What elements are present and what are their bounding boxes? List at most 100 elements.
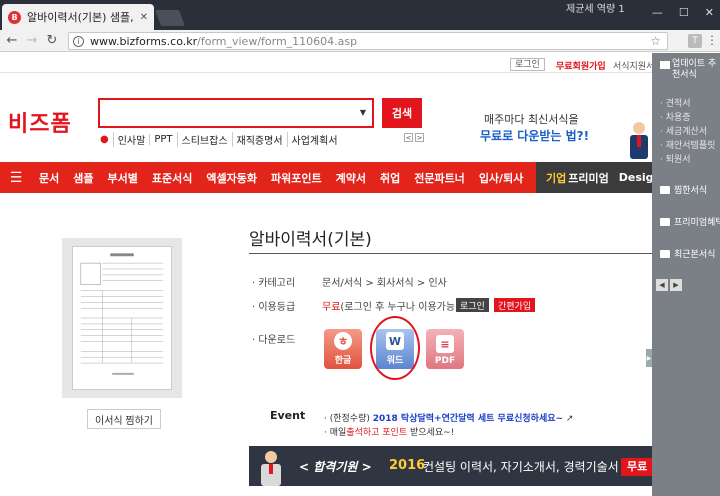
external-link-icon: ↗ [565,414,574,424]
login-button[interactable]: 로그인 [510,58,545,71]
simple-join-button[interactable]: 간편가입 [494,298,536,312]
nav-item[interactable]: 부서별 [101,170,145,186]
form-preview[interactable] [62,238,182,398]
side-section-premium[interactable]: 프리미엄혜택 [660,215,720,228]
site-logo[interactable]: 비즈폼 [8,106,72,138]
search-button[interactable]: 검색 [382,98,422,128]
extension-icon[interactable]: T [688,34,702,48]
briefcase-icon [660,217,670,226]
free-join-link[interactable]: 무료회원가입 [556,59,606,72]
nav-item[interactable]: 취업 [373,170,407,186]
nav-premium[interactable]: 기업 프리미엄 Design [536,162,652,193]
login-button-inline[interactable]: 로그인 [456,298,489,312]
url-path: /form_view/form_110604.asp [197,34,358,48]
keyword-link[interactable]: 재직증명서 [231,132,287,147]
keyword-link[interactable]: 인사말 [112,132,150,147]
search-input[interactable]: ▼ [98,98,374,128]
keyword-link[interactable]: 사업계획서 [286,132,342,147]
event-item[interactable]: · (한정수량) 2018 탁상달력+연간달력 세트 무료신청하세요~ ↗ [324,411,573,424]
briefcase-icon [660,249,670,258]
person-illustration-icon [630,122,648,159]
keyword-link[interactable]: PPT [149,134,176,145]
nav-item[interactable]: 계약서 [329,170,373,186]
chevron-right-icon[interactable]: ▶ [670,279,682,291]
browser-menu-icon[interactable]: ⋮ [706,33,718,47]
page-title: 알바이력서(기본) [249,230,372,250]
document-thumbnail-icon [72,246,172,390]
window-profile-name[interactable]: 제균세 역량 1 [566,0,625,15]
side-link[interactable]: · 퇴원서 [660,153,715,167]
promo-free-button[interactable]: 무료 [621,458,652,476]
download-label: · 다운로드 [252,335,296,346]
hwp-icon: ㅎ [334,332,352,350]
promo-banner[interactable]: 매주마다 최신서식을 무료로 다운받는 법?! [480,111,652,161]
grade-value: 무료(로그인 후 누구나 이용가능) [322,302,459,313]
event-item[interactable]: · 매일출석하고 포인트 받으세요~! [324,425,454,438]
side-section-recent[interactable]: 최근본서식 [660,247,715,260]
tab-close-icon[interactable]: ✕ [140,12,148,23]
window-controls: — ☐ ✕ [652,6,714,19]
promo-tag: < 합격기원 > [299,460,372,474]
keyword-pager: < > [404,133,424,142]
recommended-forms-list: · 견적서 · 차용증 · 세금계산서 · 재안서템플릿 · 퇴원서 [660,97,715,167]
utility-bar: 로그인 무료회원가입 서식지원서비스 [0,53,652,73]
download-hwp-button[interactable]: ㅎ 한글 [324,329,362,369]
popular-keywords: ● 인사말 PPT 스티브잡스 재직증명서 사업계획서 [100,132,342,147]
side-section-bookmarked[interactable]: 찜한서식 [660,183,707,196]
search-icon: ● [100,134,109,145]
web-page: 로그인 무료회원가입 서식지원서비스 비즈폼 ▼ 검색 ● 인사말 PPT 스티… [0,53,652,496]
tab-title: 알바이력서(기본) 샘플, 양 [27,11,136,24]
back-icon[interactable]: ← [4,33,20,48]
side-panel-header[interactable]: 업데이트 추천서식 [652,53,720,89]
new-tab-button[interactable] [155,10,185,26]
forward-icon[interactable]: → [24,33,40,48]
nav-item[interactable]: 엑셀자동화 [199,170,264,186]
nav-design[interactable]: Design [619,171,652,184]
divider [249,253,652,254]
side-link[interactable]: · 재안서템플릿 [660,139,715,153]
bookmark-star-icon[interactable]: ☆ [650,34,661,48]
form-request-link[interactable]: 서식지원서비스 [613,59,652,72]
nav-item[interactable]: 표준서식 [145,170,199,186]
minimize-icon[interactable]: — [652,6,663,19]
nav-item[interactable]: 전문파트너 [407,170,472,186]
side-link[interactable]: · 차용증 [660,111,715,125]
side-link[interactable]: · 견적서 [660,97,715,111]
download-pdf-button[interactable]: ≡ PDF [426,329,464,369]
maximize-icon[interactable]: ☐ [679,6,689,19]
info-icon[interactable]: i [73,35,84,47]
person-illustration-icon [261,451,281,486]
nav-item[interactable]: 문서 [32,170,66,186]
category-label: · 카테고리 [252,278,296,289]
address-bar: ← → ↻ i www.bizforms.co.kr /form_view/fo… [0,30,720,52]
url-input[interactable]: i www.bizforms.co.kr /form_view/form_110… [68,32,668,50]
side-link[interactable]: · 세금계산서 [660,125,715,139]
bookmark-form-button[interactable]: 이서식 찜하기 [87,409,161,429]
keyword-link[interactable]: 스티브잡스 [176,132,232,147]
url-host: www.bizforms.co.kr [90,34,198,48]
banner-line1: 매주마다 최신서식을 [484,113,579,126]
grade-label: · 이용등급 [252,302,296,313]
main-navigation: ☰ 문서 샘플 부서별 표준서식 엑셀자동화 파워포인트 계약서 취업 전문파트… [0,162,652,193]
browser-tab[interactable]: B 알바이력서(기본) 샘플, 양 ✕ [2,4,154,30]
window-close-icon[interactable]: ✕ [705,6,714,19]
browser-tab-bar: B 알바이력서(기본) 샘플, 양 ✕ 제균세 역량 1 — ☐ ✕ [0,0,720,30]
promo-year: 2016 [389,458,426,473]
pdf-icon: ≡ [436,335,454,353]
chevron-down-icon[interactable]: ▼ [360,108,366,117]
nav-item[interactable]: 파워포인트 [264,170,329,186]
banner-line2: 무료로 다운받는 법?! [480,129,590,143]
hamburger-menu-icon[interactable]: ☰ [0,170,32,186]
chevron-left-icon[interactable]: ◀ [656,279,668,291]
chevron-right-icon[interactable]: > [415,133,424,142]
highlight-circle [370,316,420,380]
chevron-left-icon[interactable]: < [404,133,413,142]
category-value[interactable]: 문서/서식 > 회사서식 > 인사 [322,274,447,289]
quick-side-panel: 업데이트 추천서식 · 견적서 · 차용증 · 세금계산서 · 재안서템플릿 ·… [652,53,720,496]
side-panel-title: 업데이트 추천서식 [672,59,717,80]
nav-item[interactable]: 샘플 [66,170,100,186]
consulting-promo-banner[interactable]: < 합격기원 > 2016 컨설팅 이력서, 자기소개서, 경력기술서 무료 [249,446,652,486]
event-label: Event [270,409,306,422]
nav-item[interactable]: 입사/퇴사 [472,170,531,186]
reload-icon[interactable]: ↻ [44,33,60,48]
